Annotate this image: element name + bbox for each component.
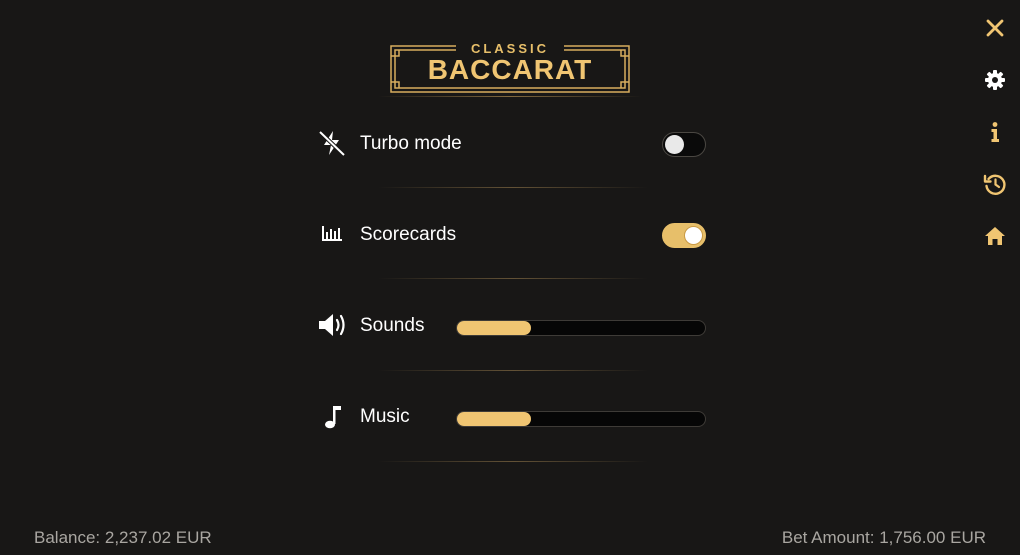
scorecards-toggle[interactable] xyxy=(662,223,706,248)
divider xyxy=(378,187,648,188)
home-icon[interactable] xyxy=(982,223,1008,249)
game-logo: CLASSIC BACCARAT xyxy=(390,38,630,94)
bar-chart-icon xyxy=(316,219,348,249)
bet-amount-display: Bet Amount: 1,756.00 EUR xyxy=(781,528,986,547)
turbo-off-icon xyxy=(316,128,348,158)
scorecards-label: Scorecards xyxy=(360,224,457,245)
turbo-mode-label: Turbo mode xyxy=(360,133,462,154)
info-icon[interactable] xyxy=(982,119,1008,145)
speaker-icon xyxy=(316,310,348,340)
slider-fill xyxy=(457,321,532,335)
sounds-volume-slider[interactable] xyxy=(456,320,706,336)
gear-icon[interactable] xyxy=(982,67,1008,93)
toggle-knob xyxy=(665,135,684,154)
sounds-label: Sounds xyxy=(360,315,425,336)
scorecards-row: Scorecards xyxy=(316,214,706,254)
balance-display: Balance: 2,237.02 EUR xyxy=(34,528,212,547)
music-volume-slider[interactable] xyxy=(456,411,706,427)
slider-fill xyxy=(457,412,532,426)
divider xyxy=(378,278,648,279)
logo-big-text: BACCARAT xyxy=(427,54,593,85)
divider xyxy=(378,461,648,462)
history-icon[interactable] xyxy=(982,171,1008,197)
logo-underline xyxy=(378,96,642,97)
music-note-icon xyxy=(316,401,348,431)
sounds-row: Sounds xyxy=(316,305,706,345)
music-label: Music xyxy=(360,406,410,427)
music-row: Music xyxy=(316,396,706,436)
turbo-mode-toggle[interactable] xyxy=(662,132,706,157)
turbo-mode-row: Turbo mode xyxy=(316,123,706,163)
divider xyxy=(378,370,648,371)
toggle-knob xyxy=(684,226,703,245)
close-icon[interactable] xyxy=(982,15,1008,41)
